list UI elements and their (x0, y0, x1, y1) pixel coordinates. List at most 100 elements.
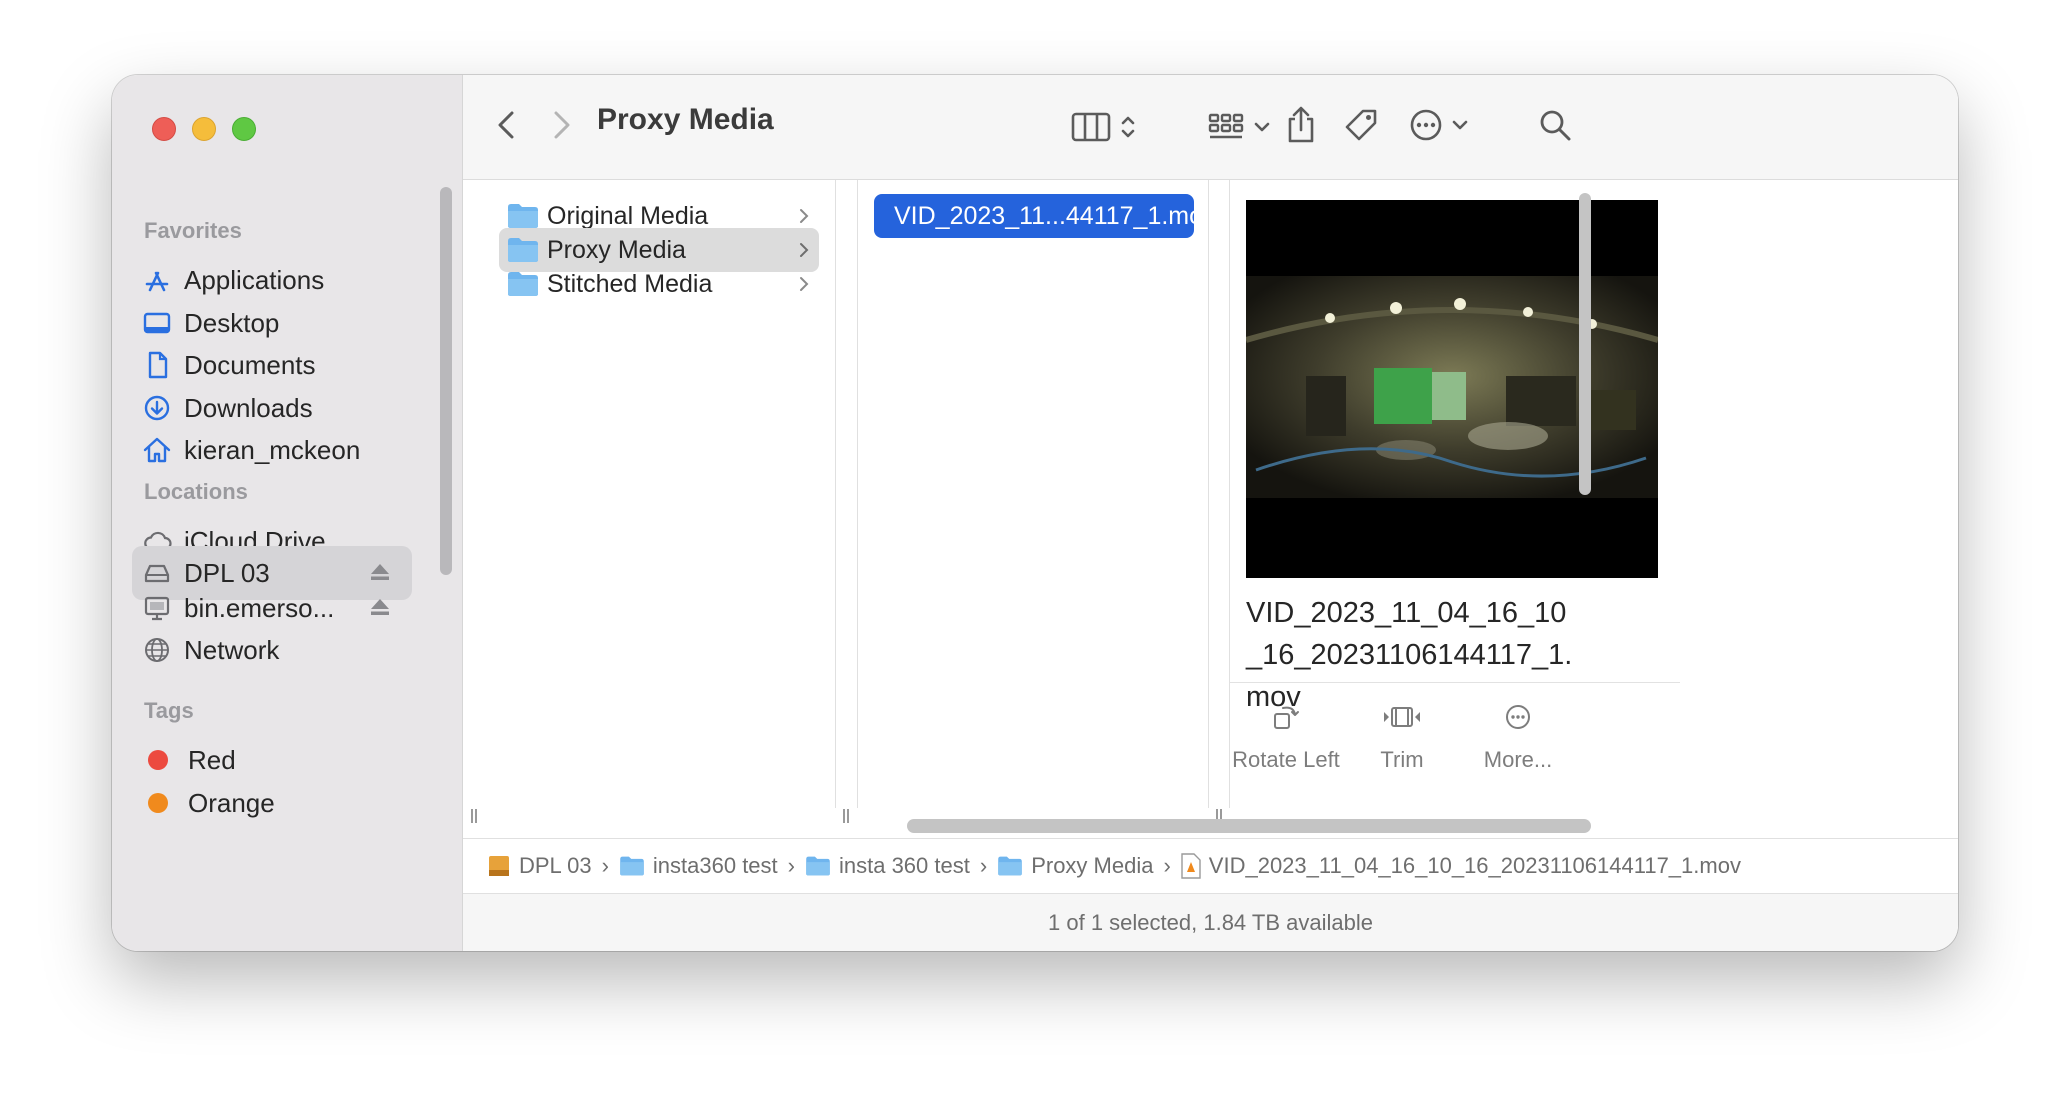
favorites-heading: Favorites (144, 218, 242, 243)
column-resize-handle[interactable] (469, 809, 479, 823)
folder-icon (619, 855, 645, 877)
path-separator: › (1163, 852, 1171, 878)
panorama-thumbnail (1246, 200, 1658, 578)
grid-group-icon (1208, 113, 1244, 139)
sidebar-item-label: Desktop (184, 307, 280, 338)
locations-heading: Locations (144, 479, 248, 504)
more-icon (1506, 705, 1530, 729)
path-crumb-insta360-test[interactable]: insta360 test (619, 853, 778, 879)
path-crumb-label: DPL 03 (519, 852, 592, 878)
chevron-down-icon (1254, 122, 1270, 132)
tags-button[interactable] (1339, 103, 1383, 147)
forward-button[interactable] (547, 105, 577, 145)
sidebar-item-network[interactable]: Network (132, 623, 412, 677)
file-row-label: VID_2023_11...44117_1.mov (894, 201, 1216, 230)
path-separator: › (601, 852, 609, 878)
downloads-icon (140, 391, 174, 425)
applications-icon (140, 263, 174, 297)
share-icon (1288, 106, 1314, 143)
sidebar-item-label: Network (184, 634, 280, 665)
column-divider (835, 180, 836, 808)
sidebar-item-label: Downloads (184, 392, 313, 423)
folder-row-label: Original Media (547, 201, 709, 230)
drive-icon (487, 854, 511, 878)
chevron-updown-icon (1121, 116, 1135, 138)
chevron-right-icon (800, 243, 809, 257)
sidebar-item-tag-orange[interactable]: Orange (132, 776, 412, 830)
window-title: Proxy Media (597, 103, 774, 136)
share-button[interactable] (1281, 101, 1321, 149)
group-by-button[interactable] (1199, 105, 1279, 149)
path-crumb-label: insta 360 test (838, 852, 970, 878)
horizontal-scrollbar[interactable] (907, 819, 1591, 833)
sidebar: Favorites Applications Desktop Documents… (112, 75, 463, 951)
server-icon (140, 591, 174, 625)
sidebar-item-home[interactable]: kieran_mckeon (132, 423, 412, 477)
path-crumb-file[interactable]: VID_2023_11_04_16_10_16_20231106144117_1… (1181, 853, 1741, 879)
document-icon (140, 348, 174, 382)
columns-view-icon (1071, 112, 1111, 142)
toolbar: Proxy Media (463, 75, 1958, 180)
path-crumb-label: VID_2023_11_04_16_10_16_20231106144117_1… (1208, 852, 1741, 878)
ellipsis-circle-icon (1410, 109, 1442, 141)
path-separator: › (787, 852, 795, 878)
sidebar-item-label: Applications (184, 264, 325, 295)
sidebar-item-label: Documents (184, 349, 316, 380)
orange-tag-dot-icon (148, 793, 168, 813)
column-divider (1208, 180, 1209, 808)
vertical-scrollbar[interactable] (1579, 193, 1591, 495)
status-bar: 1 of 1 selected, 1.84 TB available (463, 893, 1958, 951)
folder-icon (997, 855, 1023, 877)
video-preview[interactable] (1246, 200, 1658, 578)
tags-heading: Tags (144, 698, 194, 723)
path-crumb-dpl-03[interactable]: DPL 03 (487, 853, 592, 879)
folder-row-label: Stitched Media (547, 269, 713, 298)
close-window-button[interactable] (152, 117, 176, 141)
finder-window: Favorites Applications Desktop Documents… (112, 75, 1958, 951)
path-crumb-insta-360-test[interactable]: insta 360 test (805, 853, 970, 879)
status-text: 1 of 1 selected, 1.84 TB available (1048, 910, 1373, 935)
sidebar-item-label: Orange (188, 787, 275, 818)
folder-icon (508, 272, 538, 296)
preview-separator (1230, 682, 1680, 683)
sidebar-item-label: bin.emerso... (184, 592, 335, 623)
search-button[interactable] (1533, 103, 1577, 147)
movie-file-icon (1181, 852, 1201, 879)
preview-filename: VID_2023_11_04_16_10_16_20231106144117_1… (1246, 597, 1573, 713)
column-resize-handle[interactable] (841, 809, 851, 823)
folder-row-label: Proxy Media (547, 235, 686, 264)
search-icon (1540, 110, 1571, 141)
trim-icon (1384, 707, 1420, 727)
sidebar-item-label: kieran_mckeon (184, 434, 361, 465)
chevron-right-icon (800, 277, 809, 291)
tag-icon (1345, 109, 1377, 141)
red-tag-dot-icon (148, 750, 168, 770)
sidebar-item-label: Red (188, 744, 236, 775)
path-crumb-label: insta360 test (652, 852, 778, 878)
home-icon (140, 433, 174, 467)
path-crumb-label: Proxy Media (1031, 852, 1154, 878)
eject-icon[interactable] (370, 598, 390, 621)
more-actions-button[interactable]: More... (1448, 702, 1588, 773)
sidebar-scrollbar[interactable] (440, 187, 452, 575)
rotate-left-icon (1274, 706, 1299, 729)
chevron-right-icon (800, 209, 809, 223)
action-menu-button[interactable] (1403, 103, 1473, 147)
path-crumb-proxy-media[interactable]: Proxy Media (997, 853, 1153, 879)
folder-row-stitched-media[interactable]: Stitched Media (499, 262, 819, 306)
desktop-icon (140, 306, 174, 340)
globe-icon (140, 633, 174, 667)
files-column: VID_2023_11...44117_1.mov (858, 180, 1216, 837)
view-mode-button[interactable] (1059, 105, 1149, 149)
folders-column: Original Media Proxy Media Stitched Medi… (463, 180, 835, 837)
chevron-down-icon (1452, 120, 1468, 130)
preview-pane: VID_2023_11_04_16_10_16_20231106144117_1… (1230, 180, 1680, 837)
path-bar: DPL 03 › insta360 test › insta 360 test … (463, 838, 1958, 892)
minimize-window-button[interactable] (192, 117, 216, 141)
zoom-window-button[interactable] (232, 117, 256, 141)
action-label: More... (1483, 747, 1553, 772)
folder-icon (508, 204, 538, 228)
file-row-selected[interactable]: VID_2023_11...44117_1.mov (874, 194, 1216, 238)
folder-icon (508, 238, 538, 262)
back-button[interactable] (491, 105, 521, 145)
